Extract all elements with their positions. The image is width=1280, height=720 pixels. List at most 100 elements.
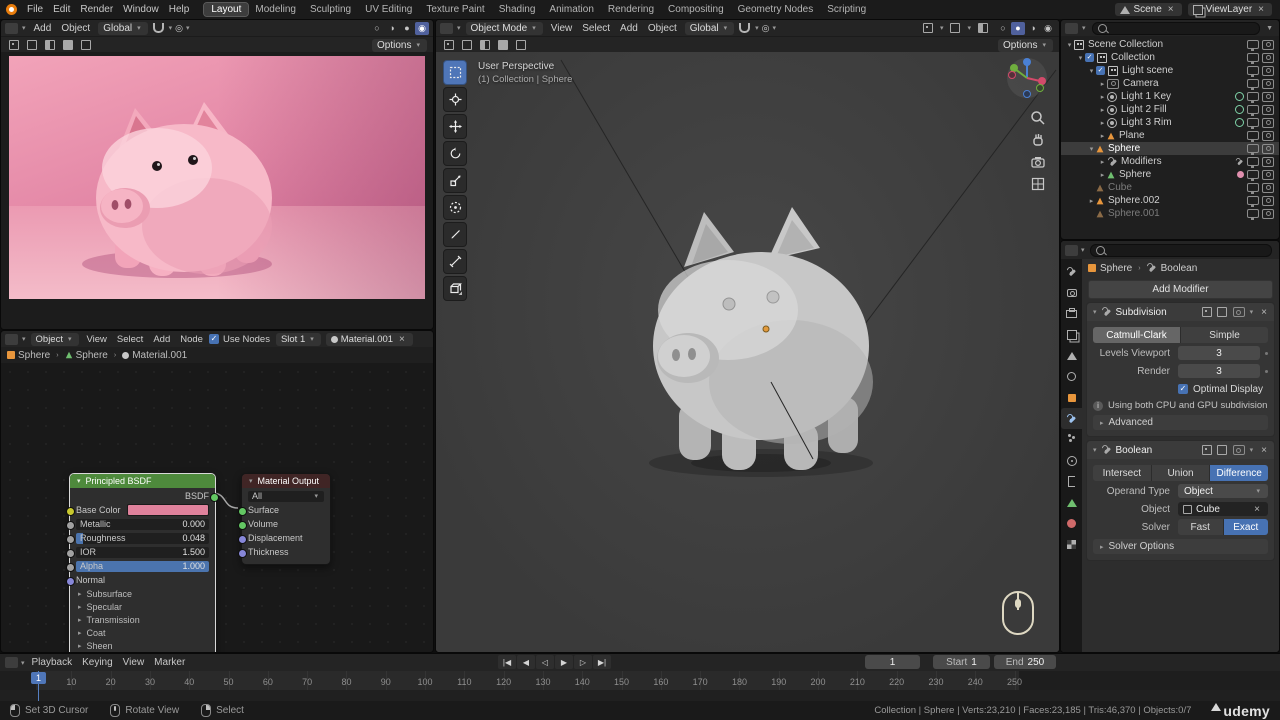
- properties-tab-render[interactable]: [1061, 282, 1082, 303]
- editor-type-icon[interactable]: [5, 23, 18, 34]
- outliner-row-sphere-001[interactable]: Sphere.001: [1061, 207, 1279, 220]
- timeline-menu-keying[interactable]: Keying: [77, 657, 118, 668]
- viewport-options-dropdown[interactable]: Options▾: [998, 39, 1053, 52]
- current-frame-badge[interactable]: 1: [31, 672, 46, 684]
- tool-rotate[interactable]: [443, 141, 467, 166]
- render-options-dropdown[interactable]: Options▾: [372, 39, 427, 52]
- edit-mode-display-toggle[interactable]: [1202, 445, 1212, 455]
- boolean-panel-header[interactable]: ▾ Boolean ▾ ×: [1087, 441, 1274, 459]
- bsdf-output-socket[interactable]: [210, 493, 219, 502]
- workspace-tab-scripting[interactable]: Scripting: [820, 3, 873, 16]
- breadcrumb-object[interactable]: Sphere: [1100, 263, 1132, 274]
- disclosure-icon[interactable]: ▸: [1087, 197, 1096, 205]
- disable-render-toggle[interactable]: [1262, 92, 1274, 102]
- use-nodes-checkbox[interactable]: ✓: [209, 334, 219, 344]
- tool-measure[interactable]: [443, 249, 467, 274]
- show-gizmo-toggle[interactable]: [920, 22, 936, 35]
- outliner-row-camera[interactable]: ▸Camera: [1061, 77, 1279, 90]
- properties-tab-constraints[interactable]: [1061, 471, 1082, 492]
- editor-type-icon[interactable]: [440, 23, 453, 34]
- header-toggle-icon[interactable]: [60, 39, 76, 52]
- orientation-dropdown[interactable]: Global▾: [685, 22, 734, 35]
- properties-tab-world[interactable]: [1061, 366, 1082, 387]
- show-overlays-toggle[interactable]: [947, 22, 963, 35]
- disable-render-toggle[interactable]: [1262, 157, 1274, 167]
- outliner-row-scene-collection[interactable]: ▾Scene Collection: [1061, 38, 1279, 51]
- render-menu-object[interactable]: Object: [56, 23, 95, 34]
- hide-viewport-toggle[interactable]: [1247, 40, 1259, 49]
- node-graph-area[interactable]: ▾ Principled BSDF BSDF Base ColorMetalli…: [1, 363, 433, 652]
- render-menu-add[interactable]: Add: [29, 23, 57, 34]
- piggy-bank-model[interactable]: [436, 52, 1060, 653]
- remove-modifier-icon[interactable]: ×: [1258, 445, 1270, 456]
- subdiv-algo-catmull-clark[interactable]: Catmull-Clark: [1093, 327, 1181, 343]
- header-toggle-icon[interactable]: [441, 39, 457, 52]
- workspace-tab-shading[interactable]: Shading: [492, 3, 543, 16]
- hide-viewport-toggle[interactable]: [1247, 131, 1259, 140]
- hide-viewport-toggle[interactable]: [1247, 144, 1259, 153]
- properties-tab-scene[interactable]: [1061, 345, 1082, 366]
- base-color-swatch[interactable]: [127, 504, 209, 516]
- operand-type-dropdown[interactable]: Object▾: [1178, 484, 1268, 498]
- material-selector[interactable]: Material.001 ×: [326, 333, 413, 346]
- input-socket[interactable]: [238, 535, 247, 544]
- modifier-name[interactable]: Boolean: [1116, 445, 1153, 456]
- scene-selector[interactable]: Scene ×: [1115, 3, 1181, 16]
- outliner-row-collection[interactable]: ▾✓Collection: [1061, 51, 1279, 64]
- shading-wireframe-icon[interactable]: ○: [370, 22, 384, 35]
- blender-logo-icon[interactable]: [6, 4, 17, 15]
- workspace-tab-rendering[interactable]: Rendering: [601, 3, 661, 16]
- clear-object-icon[interactable]: ×: [1251, 504, 1263, 515]
- unlink-scene-icon[interactable]: ×: [1165, 4, 1177, 15]
- disable-render-toggle[interactable]: [1262, 196, 1274, 206]
- viewport-canvas[interactable]: User Perspective (1) Collection | Sphere: [436, 52, 1059, 652]
- disclosure-icon[interactable]: ▸: [1098, 119, 1107, 127]
- realtime-display-toggle[interactable]: [1217, 445, 1227, 455]
- workspace-tab-modeling[interactable]: Modeling: [248, 3, 303, 16]
- transport-jump-end[interactable]: ▶|: [593, 655, 611, 669]
- boolean-op-union[interactable]: Union: [1152, 465, 1211, 481]
- subdiv-algo-simple[interactable]: Simple: [1181, 327, 1268, 343]
- solver-fast[interactable]: Fast: [1178, 519, 1224, 535]
- render-display-toggle[interactable]: [1233, 445, 1245, 455]
- shading-rendered-icon[interactable]: ◉: [1041, 22, 1055, 35]
- header-toggle-icon[interactable]: [42, 39, 58, 52]
- camera-view-icon[interactable]: [1030, 154, 1046, 170]
- ior-slider[interactable]: IOR1.500: [76, 547, 209, 558]
- menu-help[interactable]: Help: [164, 4, 195, 15]
- header-toggle-icon[interactable]: [78, 39, 94, 52]
- disclosure-icon[interactable]: ▸: [1098, 158, 1107, 166]
- xray-toggle[interactable]: [975, 22, 991, 35]
- render-levels-field[interactable]: 3: [1178, 364, 1260, 378]
- input-socket[interactable]: [238, 521, 247, 530]
- disclosure-icon[interactable]: ▾: [1087, 145, 1096, 153]
- modifier-name[interactable]: Subdivision: [1116, 307, 1167, 318]
- outliner-row-sphere[interactable]: ▾Sphere: [1061, 142, 1279, 155]
- output-target-dropdown[interactable]: All▾: [248, 491, 324, 502]
- unlink-material-icon[interactable]: ×: [396, 334, 408, 345]
- breadcrumb-item-sphere[interactable]: Sphere: [7, 350, 50, 361]
- disclosure-icon[interactable]: ▾: [1065, 41, 1074, 49]
- input-socket[interactable]: [66, 535, 75, 544]
- properties-tab-object-data[interactable]: [1061, 492, 1082, 513]
- hide-viewport-toggle[interactable]: [1247, 66, 1259, 75]
- timeline-menu-marker[interactable]: Marker: [149, 657, 190, 668]
- transport-prev-keyframe[interactable]: ◀: [517, 655, 535, 669]
- workspace-tab-texture-paint[interactable]: Texture Paint: [419, 3, 491, 16]
- shader-type-dropdown[interactable]: Object▾: [31, 333, 79, 346]
- output-node-header[interactable]: ▾ Material Output: [242, 474, 330, 488]
- bsdf-section-sheen[interactable]: ▸Sheen: [76, 640, 209, 652]
- hide-viewport-toggle[interactable]: [1247, 118, 1259, 127]
- transport-play-reverse[interactable]: ◁: [536, 655, 554, 669]
- outliner-row-modifiers[interactable]: ▸Modifiers: [1061, 155, 1279, 168]
- properties-tab-modifiers[interactable]: [1061, 408, 1082, 429]
- bsdf-section-transmission[interactable]: ▸Transmission: [76, 614, 209, 626]
- tool-scale[interactable]: [443, 168, 467, 193]
- disable-render-toggle[interactable]: [1262, 183, 1274, 193]
- shader-menu-select[interactable]: Select: [112, 334, 148, 345]
- edit-mode-display-toggle[interactable]: [1202, 307, 1212, 317]
- input-socket[interactable]: [238, 507, 247, 516]
- timeline-ruler[interactable]: 1020304050607080901001101201301401501601…: [0, 671, 1280, 690]
- properties-tab-material[interactable]: [1061, 513, 1082, 534]
- collapse-node-icon[interactable]: ▾: [247, 477, 255, 485]
